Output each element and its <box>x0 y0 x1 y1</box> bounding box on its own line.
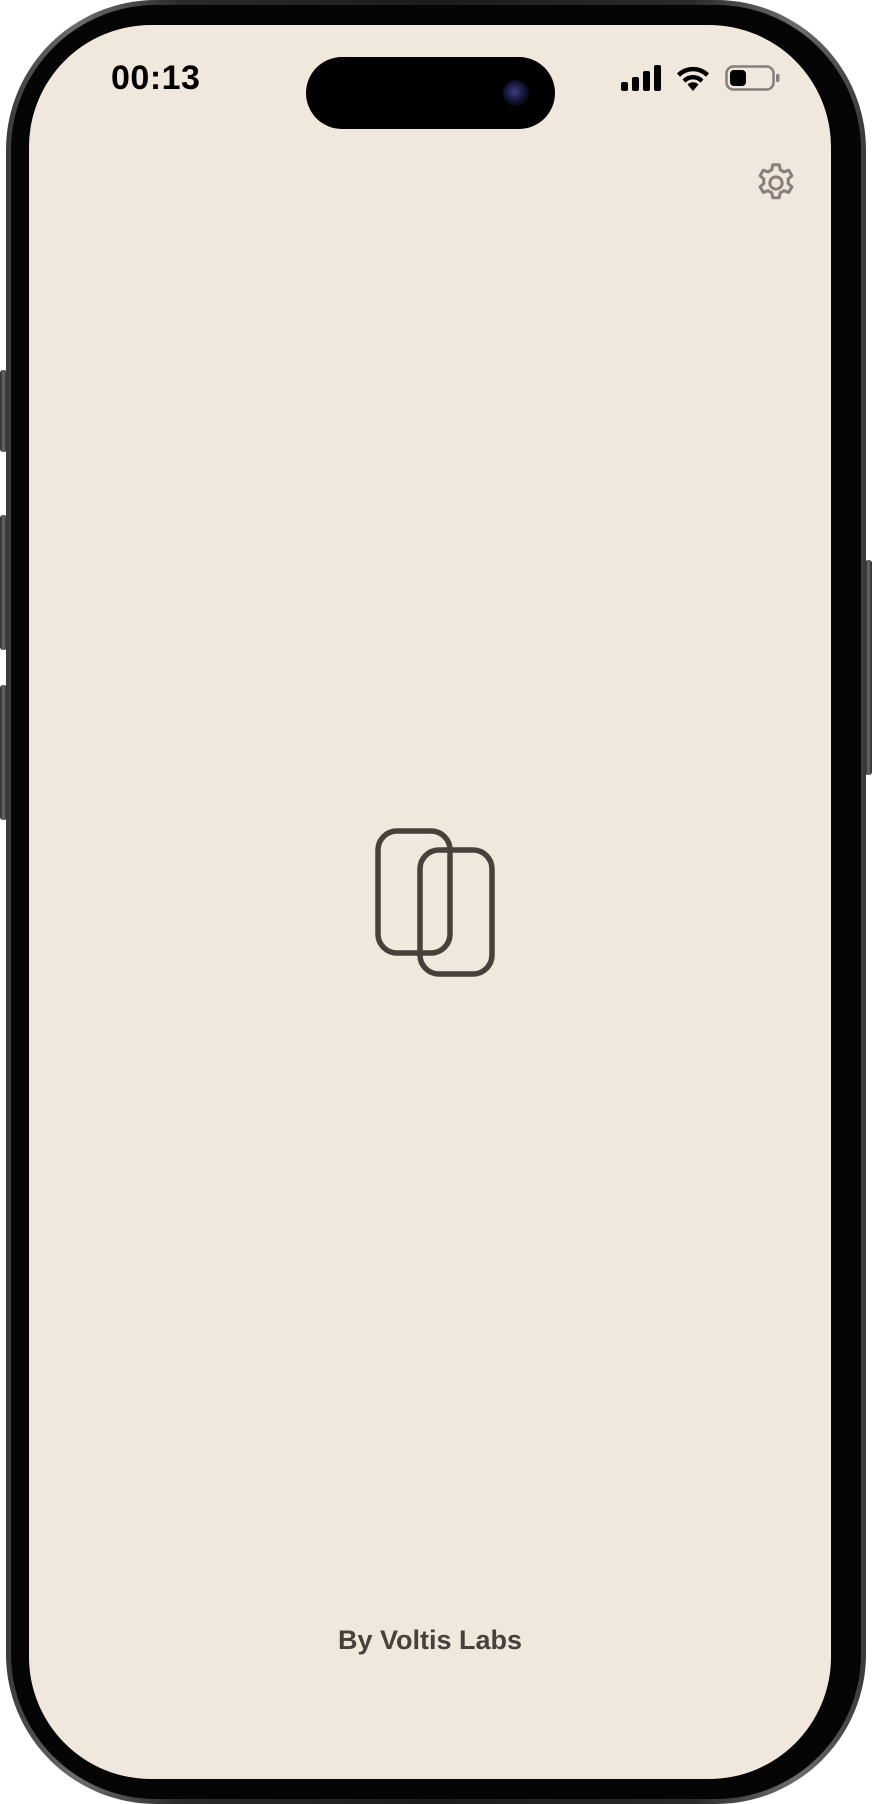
status-indicators <box>621 64 781 92</box>
battery-icon <box>725 65 780 91</box>
status-time: 00:13 <box>111 59 201 97</box>
footer-credit: By Voltis Labs <box>337 1625 523 1655</box>
volume-down-button <box>0 685 7 820</box>
wifi-icon <box>677 66 709 91</box>
cellular-signal-icon <box>621 65 661 91</box>
gear-icon <box>758 163 794 200</box>
action-button <box>0 370 7 452</box>
overlapping-cards-logo <box>375 828 495 977</box>
app-screen: 00:13 By Voltis Labs <box>29 25 831 1779</box>
app-logo <box>375 828 497 978</box>
power-button <box>865 560 872 775</box>
front-camera <box>503 80 529 106</box>
volume-up-button <box>0 515 7 650</box>
dynamic-island <box>306 57 555 129</box>
settings-button[interactable] <box>753 160 799 206</box>
